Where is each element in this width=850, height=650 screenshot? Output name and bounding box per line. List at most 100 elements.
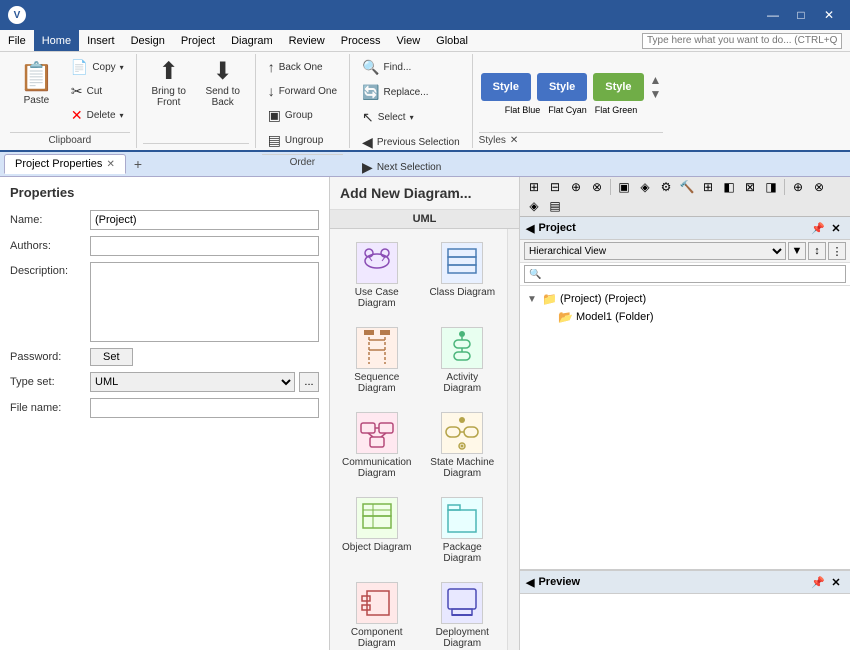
- tree-model1-item[interactable]: 📂 Model1 (Folder): [540, 308, 846, 326]
- menu-project[interactable]: Project: [173, 30, 223, 51]
- find-button[interactable]: 🔍 Find...: [356, 56, 417, 79]
- tool-btn-2[interactable]: ⊟: [545, 178, 565, 196]
- object-diagram-item[interactable]: Object Diagram: [336, 490, 418, 571]
- tab-close-icon[interactable]: ✕: [106, 159, 114, 170]
- set-password-button[interactable]: Set: [90, 348, 133, 366]
- communication-diagram-item[interactable]: Communication Diagram: [336, 405, 418, 486]
- send-to-back-button[interactable]: ⬇ Send to Back: [197, 56, 249, 112]
- left-panel: Properties Name: Authors: Description: P…: [0, 177, 330, 650]
- diagram-scroll-container: Use Case Diagram Class Diagram: [330, 229, 519, 650]
- flat-blue-label: Flat Blue: [505, 105, 541, 115]
- typeset-select[interactable]: UML: [90, 372, 295, 392]
- previous-selection-button[interactable]: ◀ Previous Selection: [356, 131, 466, 154]
- tool-btn-13[interactable]: ⊕: [788, 178, 808, 196]
- tool-btn-1[interactable]: ⊞: [524, 178, 544, 196]
- back-one-button[interactable]: ↑ Back One: [262, 56, 329, 78]
- forward-one-button[interactable]: ↓ Forward One: [262, 80, 343, 102]
- menu-view[interactable]: View: [389, 30, 429, 51]
- typeset-label: Type set:: [10, 376, 90, 388]
- styles-close-icon[interactable]: ✕: [510, 135, 518, 146]
- sort-btn[interactable]: ↕: [808, 242, 826, 260]
- tool-btn-5[interactable]: ▣: [614, 178, 634, 196]
- project-pin-btn[interactable]: 📌: [810, 220, 826, 236]
- tab-project-properties[interactable]: Project Properties ✕: [4, 154, 126, 174]
- activity-diagram-icon: [441, 327, 483, 369]
- select-button[interactable]: ↖ Select ▾: [356, 106, 420, 129]
- deployment-diagram-item[interactable]: Deployment Diagram: [422, 575, 504, 650]
- class-diagram-item[interactable]: Class Diagram: [422, 235, 504, 316]
- typeset-extra-button[interactable]: ...: [299, 372, 319, 392]
- replace-button[interactable]: 🔄 Replace...: [356, 81, 434, 104]
- preview-pin-btn[interactable]: 📌: [810, 574, 826, 590]
- next-selection-button[interactable]: ▶ Next Selection: [356, 156, 447, 179]
- tool-btn-12[interactable]: ◨: [761, 178, 781, 196]
- tool-btn-6[interactable]: ◈: [635, 178, 655, 196]
- cut-button[interactable]: ✂ Cut: [65, 80, 130, 103]
- tool-btn-15[interactable]: ◈: [524, 197, 544, 215]
- activity-diagram-label: Activity Diagram: [427, 372, 499, 394]
- menu-insert[interactable]: Insert: [79, 30, 123, 51]
- tool-btn-9[interactable]: ⊞: [698, 178, 718, 196]
- diagram-scrollbar[interactable]: [507, 229, 519, 650]
- minimize-button[interactable]: —: [760, 5, 786, 25]
- project-close-btn[interactable]: ✕: [828, 220, 844, 236]
- description-textarea[interactable]: [90, 262, 319, 342]
- preview-close-btn[interactable]: ✕: [828, 574, 844, 590]
- tool-btn-14[interactable]: ⊗: [809, 178, 829, 196]
- filter-dropdown-btn[interactable]: ▼: [788, 242, 806, 260]
- filter-extra-btn[interactable]: ⋮: [828, 242, 846, 260]
- menu-process[interactable]: Process: [333, 30, 389, 51]
- tool-btn-4[interactable]: ⊗: [587, 178, 607, 196]
- menu-home[interactable]: Home: [34, 30, 79, 51]
- maximize-button[interactable]: □: [788, 5, 814, 25]
- menu-file[interactable]: File: [0, 30, 34, 51]
- style-flat-blue-button[interactable]: Style: [481, 73, 531, 101]
- paste-button[interactable]: 📋 Paste: [10, 56, 63, 110]
- tool-btn-3[interactable]: ⊕: [566, 178, 586, 196]
- copy-button[interactable]: 📄 Copy ▾: [65, 56, 130, 79]
- delete-button[interactable]: ✕ Delete ▾: [65, 104, 130, 127]
- name-input[interactable]: [90, 210, 319, 230]
- close-button[interactable]: ✕: [816, 5, 842, 25]
- group-label: Group: [285, 110, 313, 121]
- bring-to-front-button[interactable]: ⬆ Bring to Front: [143, 56, 195, 112]
- style-flat-green-button[interactable]: Style: [593, 73, 643, 101]
- project-search-input[interactable]: [524, 265, 846, 283]
- sequence-diagram-item[interactable]: Sequence Diagram: [336, 320, 418, 401]
- menu-review[interactable]: Review: [281, 30, 333, 51]
- menu-diagram[interactable]: Diagram: [223, 30, 281, 51]
- group-button[interactable]: ▣ Group: [262, 104, 319, 127]
- authors-input[interactable]: [90, 236, 319, 256]
- tree-expand-icon[interactable]: ▼: [527, 294, 539, 305]
- use-case-diagram-item[interactable]: Use Case Diagram: [336, 235, 418, 316]
- tree-root-item[interactable]: ▼ 📁 (Project) (Project): [524, 290, 846, 308]
- tool-btn-16[interactable]: ▤: [545, 197, 565, 215]
- ribbon-group-bringto: ⬆ Bring to Front ⬇ Send to Back: [137, 54, 256, 148]
- activity-diagram-item[interactable]: Activity Diagram: [422, 320, 504, 401]
- menu-global[interactable]: Global: [428, 30, 476, 51]
- tab-add-button[interactable]: +: [128, 154, 148, 174]
- bring-to-front-label: Bring to Front: [149, 86, 189, 108]
- state-machine-diagram-item[interactable]: State Machine Diagram: [422, 405, 504, 486]
- project-controls: 📌 ✕: [810, 220, 844, 236]
- password-label: Password:: [10, 351, 90, 363]
- ungroup-button[interactable]: ▤ Ungroup: [262, 129, 330, 152]
- component-diagram-item[interactable]: Component Diagram: [336, 575, 418, 650]
- tool-btn-10[interactable]: ◧: [719, 178, 739, 196]
- tool-btn-8[interactable]: 🔨: [677, 178, 697, 196]
- tool-btn-11[interactable]: ⊠: [740, 178, 760, 196]
- filename-input[interactable]: [90, 398, 319, 418]
- menu-design[interactable]: Design: [123, 30, 173, 51]
- menu-search-input[interactable]: [642, 33, 842, 49]
- ungroup-icon: ▤: [268, 132, 281, 149]
- package-diagram-item[interactable]: Package Diagram: [422, 490, 504, 571]
- package-diagram-icon: [441, 497, 483, 539]
- styles-scroll[interactable]: ▲▼: [648, 71, 664, 103]
- preview-collapse-icon[interactable]: ◀: [526, 576, 534, 589]
- project-panel-collapse-icon[interactable]: ◀: [526, 222, 534, 235]
- tool-btn-7[interactable]: ⚙: [656, 178, 676, 196]
- style-flat-cyan-button[interactable]: Style: [537, 73, 587, 101]
- filter-select[interactable]: Hierarchical View: [524, 242, 786, 260]
- preview-controls: 📌 ✕: [810, 574, 844, 590]
- title-bar-controls: — □ ✕: [760, 5, 842, 25]
